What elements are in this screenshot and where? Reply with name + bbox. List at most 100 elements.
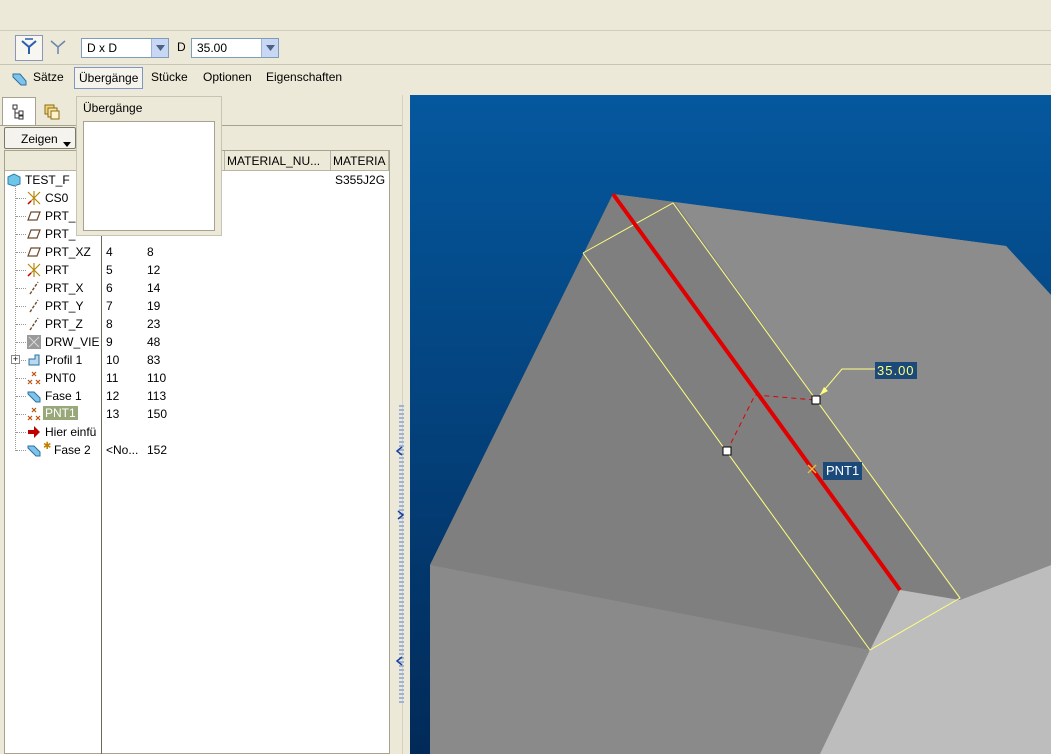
drag-handle-right[interactable]: [811, 395, 821, 405]
tree-row-col2: 110: [147, 371, 167, 385]
datum-plane-icon: [27, 227, 41, 241]
tree-row[interactable]: PRT_Y 7 19: [5, 297, 389, 315]
datum-axis-icon: [27, 317, 41, 331]
tab-layers[interactable]: [37, 99, 67, 125]
tree-row-col1: 4: [106, 245, 113, 259]
graphics-viewport[interactable]: 35.00 PNT1: [410, 95, 1051, 754]
datum-plane-icon: [27, 245, 41, 259]
tree-connector: [16, 450, 26, 451]
datum-point-icon: [27, 407, 41, 421]
tree-row-col1: 9: [106, 335, 113, 349]
tree-row[interactable]: DRW_VIE 9 48: [5, 333, 389, 351]
drag-handle-left[interactable]: [722, 446, 732, 456]
column-header-material[interactable]: MATERIA: [331, 151, 389, 171]
tab-model-tree[interactable]: [2, 97, 36, 125]
datum-axis-icon: [27, 299, 41, 313]
tree-row-col1: 13: [106, 407, 120, 421]
tree-row[interactable]: PRT 5 12: [5, 261, 389, 279]
datum-point-icon: [27, 371, 41, 385]
d-label: D: [177, 40, 186, 54]
tree-connector: [16, 198, 26, 199]
chevron-down-icon[interactable]: [151, 39, 168, 57]
tree-connector: [16, 414, 26, 415]
datum-axis-icon: [27, 281, 41, 295]
expand-right-icon[interactable]: [397, 509, 405, 523]
tree-row-col1: 7: [106, 299, 113, 313]
corner-chamfer-icon: [48, 37, 68, 60]
dashboard-tab-bar: Sätze Übergänge Stücke Optionen Eigensch…: [0, 65, 1051, 92]
coordinate-system-icon: [27, 263, 41, 277]
show-button-label: Zeigen: [21, 132, 58, 146]
tree-row-name: DRW_VIE: [45, 335, 100, 349]
tree-row-name: Hier einfü: [45, 425, 97, 439]
tree-row-name: PRT_Y: [45, 299, 84, 313]
tree-connector: [16, 324, 26, 325]
tree-row[interactable]: Hier einfü: [5, 423, 389, 441]
tree-row-col1: 5: [106, 263, 113, 277]
tree-row-col2: 23: [147, 317, 161, 331]
insert-here-arrow-icon: [27, 425, 41, 439]
chamfer-scheme-value: D x D: [87, 41, 117, 55]
tree-row-name: PRT_Z: [45, 317, 83, 331]
tree-row-col2: 12: [147, 263, 161, 277]
point-label[interactable]: PNT1: [823, 462, 863, 480]
tree-connector: [16, 270, 26, 271]
transitions-panel: Übergänge: [76, 96, 222, 236]
tree-row[interactable]: PNT1 13 150: [5, 405, 389, 423]
tree-row-col2: 150: [147, 407, 168, 421]
chamfer-tool-icon: [12, 71, 28, 90]
tree-row[interactable]: PNT0 11 110: [5, 369, 389, 387]
tree-row[interactable]: Fase 1 12 113: [5, 387, 389, 405]
chevron-down-icon[interactable]: [261, 39, 278, 57]
caret-down-icon: [63, 136, 71, 150]
tree-connector: [16, 288, 26, 289]
datum-plane-icon: [27, 209, 41, 223]
tree-connector: [16, 216, 26, 217]
tree-connector: [16, 342, 26, 343]
tree-row-col1: <No...: [106, 443, 139, 457]
tree-row[interactable]: + Profil 1 10 83: [5, 351, 389, 369]
tree-connector: [16, 252, 26, 253]
tree-row-name: PRT: [45, 263, 69, 277]
tree-row[interactable]: PRT_XZ 4 8: [5, 243, 389, 261]
model-tree[interactable]: MATERIAL_NU... MATERIA TEST_F S355J2G CS…: [4, 150, 390, 754]
column-header-material-number[interactable]: MATERIAL_NU...: [225, 151, 331, 171]
collapse-left-icon[interactable]: [395, 655, 403, 669]
new-feature-star-icon: ✱: [43, 441, 52, 452]
tree-connector: [16, 378, 26, 379]
title-band: [0, 0, 1051, 31]
tab-uebergaenge[interactable]: Übergänge: [74, 67, 144, 89]
tree-row[interactable]: ✱ Fase 2 <No... 152: [5, 441, 389, 459]
tree-connector: [16, 306, 26, 307]
dimension-value-label[interactable]: 35.00: [875, 362, 917, 379]
d-value: 35.00: [197, 41, 228, 55]
d-value-input[interactable]: 35.00: [191, 38, 279, 58]
collapse-left-icon[interactable]: [395, 445, 403, 459]
chamfer-dashboard: D x D D 35.00: [0, 31, 1051, 65]
tab-stuecke[interactable]: Stücke: [147, 67, 192, 89]
tree-row[interactable]: PRT_X 6 14: [5, 279, 389, 297]
layers-icon: [43, 103, 61, 124]
tree-row-name: Fase 1: [45, 389, 82, 403]
edge-chamfer-mode-button[interactable]: [15, 35, 43, 61]
chamfer-scheme-select[interactable]: D x D: [81, 38, 169, 58]
transitions-list[interactable]: [83, 121, 215, 231]
tree-connector: [16, 234, 26, 235]
tab-eigenschaften[interactable]: Eigenschaften: [262, 67, 346, 89]
tree-row-name: PNT0: [45, 371, 76, 385]
tree-connector: [16, 432, 26, 433]
expand-plus-icon[interactable]: +: [11, 355, 20, 364]
tab-optionen[interactable]: Optionen: [199, 67, 256, 89]
tree-row[interactable]: PRT_Z 8 23: [5, 315, 389, 333]
model-tree-icon: [12, 104, 28, 123]
tree-row-col1: 8: [106, 317, 113, 331]
pane-splitter[interactable]: [395, 95, 410, 754]
model-view[interactable]: [410, 95, 1051, 754]
tab-saetze[interactable]: Sätze: [29, 67, 68, 89]
corner-chamfer-mode-button[interactable]: [44, 35, 72, 61]
tree-row-col2: 19: [147, 299, 161, 313]
tree-row-col2: 8: [147, 245, 154, 259]
tree-root-material: S355J2G: [335, 173, 386, 187]
show-button[interactable]: Zeigen: [4, 127, 76, 149]
tree-row-name: PNT1: [43, 406, 78, 420]
